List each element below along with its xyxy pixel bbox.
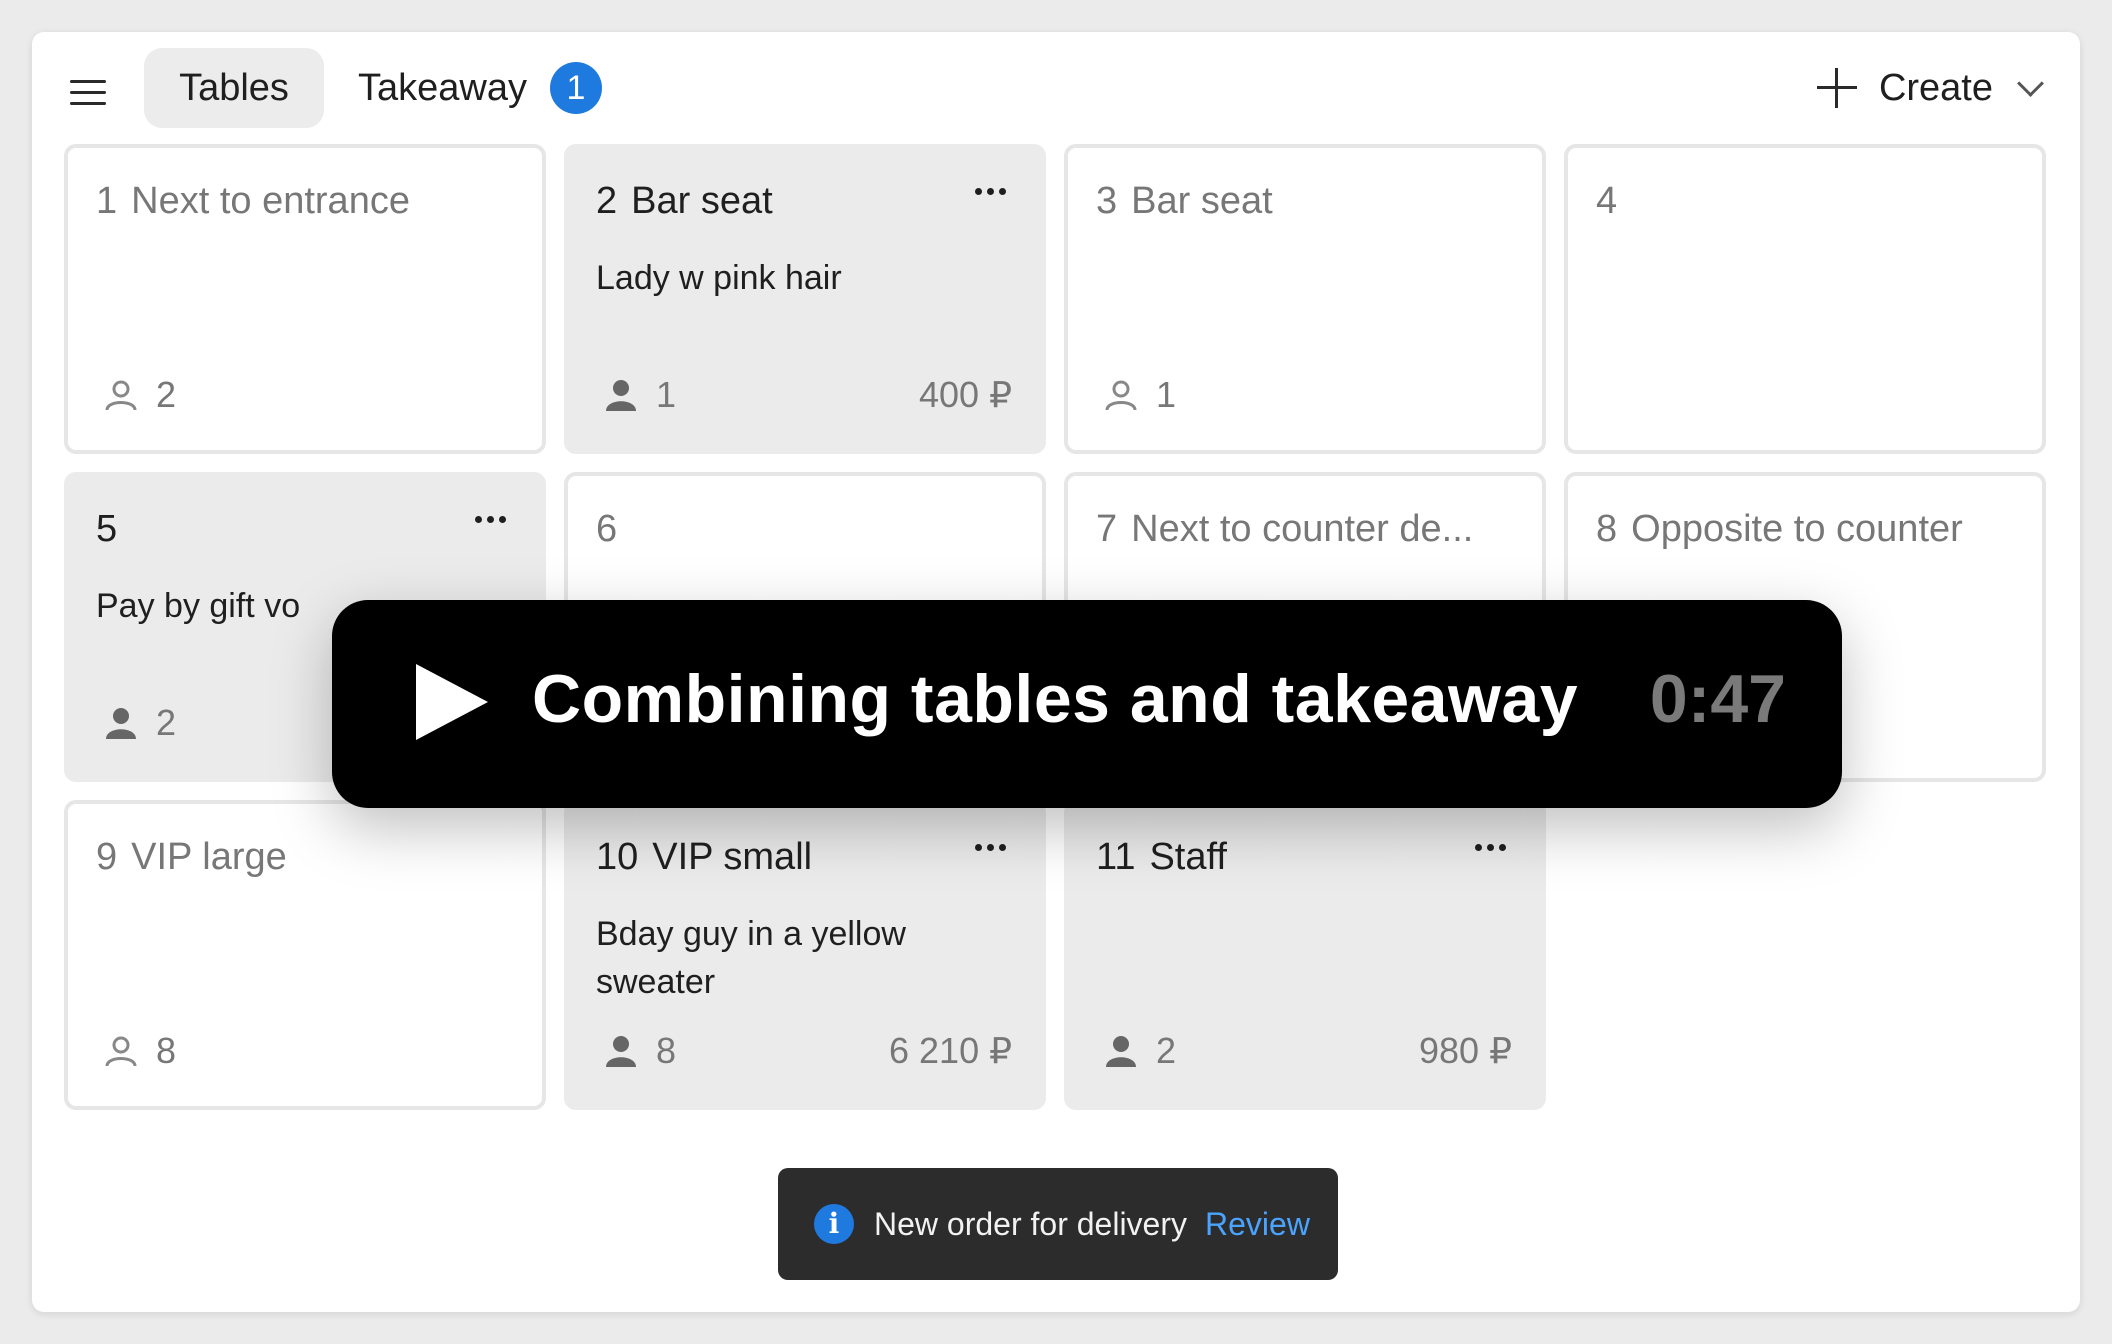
video-duration: 0:47	[1649, 661, 1786, 737]
takeaway-count-badge: 1	[550, 62, 602, 114]
table-name: Bar seat	[1131, 180, 1273, 222]
person-outline-icon	[1105, 380, 1137, 411]
table-title: 8 Opposite to counter	[1596, 508, 1963, 551]
table-number: 2	[596, 180, 618, 222]
guest-count: 2	[104, 702, 176, 744]
table-number: 1	[96, 180, 118, 222]
toast-message: New order for delivery	[874, 1205, 1187, 1242]
table-name: VIP large	[131, 836, 287, 878]
order-amount: 980 ₽	[1419, 1030, 1512, 1071]
review-link[interactable]: Review	[1205, 1206, 1310, 1243]
guest-count-value: 2	[156, 374, 177, 415]
table-note: Lady w pink hair	[596, 259, 842, 297]
notification-toast: i New order for delivery Review	[778, 1168, 1338, 1280]
order-amount: 400 ₽	[919, 374, 1012, 415]
guest-count: 1	[1104, 374, 1176, 416]
table-title: 7 Next to counter de...	[1096, 508, 1473, 551]
app-window: Tables Takeaway 1 Create 1 Next to entran…	[32, 32, 2080, 1312]
more-options-icon[interactable]	[975, 188, 1006, 195]
guest-count-value: 2	[156, 702, 177, 743]
person-outline-icon	[105, 1036, 137, 1067]
person-filled-icon	[106, 708, 136, 739]
more-options-icon[interactable]	[1475, 844, 1506, 851]
table-number: 4	[1596, 180, 1618, 222]
table-number: 9	[96, 836, 118, 878]
table-number: 10	[596, 836, 639, 878]
table-title: 11 Staff	[1096, 836, 1227, 879]
video-overlay[interactable]: Combining tables and takeaway 0:47	[332, 600, 1842, 808]
table-name: Next to entrance	[131, 180, 410, 222]
table-note: Bday guy in a yellow sweater	[596, 915, 906, 1001]
create-label: Create	[1878, 66, 1993, 109]
table-card[interactable]: 10 VIP small Bday guy in a yellow sweater…	[564, 800, 1046, 1110]
table-card[interactable]: 9 VIP large 8	[64, 800, 546, 1110]
more-options-icon[interactable]	[475, 516, 506, 523]
create-button[interactable]: Create	[1816, 56, 2044, 120]
more-options-icon[interactable]	[975, 844, 1006, 851]
table-title: 2 Bar seat	[596, 180, 773, 223]
table-name: Bar seat	[631, 180, 773, 222]
tab-tables[interactable]: Tables	[144, 48, 324, 128]
table-title: 9 VIP large	[96, 836, 287, 879]
table-name: Opposite to counter	[1631, 508, 1963, 550]
table-title: 4	[1596, 180, 1631, 223]
table-name: VIP small	[652, 836, 813, 878]
table-title: 1 Next to entrance	[96, 180, 410, 223]
table-name: Next to counter de...	[1131, 508, 1474, 550]
table-title: 6	[596, 508, 631, 551]
table-number: 7	[1096, 508, 1118, 550]
table-card[interactable]: 11 Staff 2 980 ₽	[1064, 800, 1546, 1110]
person-filled-icon	[606, 380, 636, 411]
table-title: 5	[96, 508, 131, 551]
guest-count-value: 8	[156, 1030, 177, 1071]
person-outline-icon	[105, 380, 137, 411]
table-number: 5	[96, 508, 118, 550]
chevron-down-icon[interactable]	[2017, 69, 2044, 97]
guest-count: 1	[604, 374, 676, 416]
guest-count: 2	[104, 374, 176, 416]
table-number: 8	[1596, 508, 1618, 550]
table-number: 11	[1096, 836, 1136, 878]
table-card[interactable]: 4	[1564, 144, 2046, 454]
table-number: 6	[596, 508, 618, 550]
table-title: 10 VIP small	[596, 836, 812, 879]
table-card[interactable]: 2 Bar seat Lady w pink hair 1 400 ₽	[564, 144, 1046, 454]
table-card[interactable]: 1 Next to entrance 2	[64, 144, 546, 454]
person-filled-icon	[1106, 1036, 1136, 1067]
person-filled-icon	[606, 1036, 636, 1067]
play-icon[interactable]	[416, 664, 488, 740]
hamburger-menu-icon[interactable]	[68, 72, 108, 112]
order-amount: 6 210 ₽	[889, 1030, 1012, 1071]
table-card[interactable]: 3 Bar seat 1	[1064, 144, 1546, 454]
guest-count-value: 1	[656, 374, 677, 415]
plus-icon	[1816, 68, 1857, 108]
guest-count-value: 1	[1156, 374, 1177, 415]
info-icon: i	[814, 1204, 854, 1244]
tab-takeaway[interactable]: Takeaway	[358, 48, 527, 128]
guest-count: 8	[604, 1030, 676, 1072]
guest-count-value: 8	[656, 1030, 677, 1071]
guest-count: 8	[104, 1030, 176, 1072]
table-number: 3	[1096, 180, 1118, 222]
guest-count-value: 2	[1156, 1030, 1177, 1071]
video-title: Combining tables and takeaway	[532, 661, 1579, 737]
table-name: Staff	[1149, 836, 1227, 878]
guest-count: 2	[1104, 1030, 1176, 1072]
table-title: 3 Bar seat	[1096, 180, 1273, 223]
